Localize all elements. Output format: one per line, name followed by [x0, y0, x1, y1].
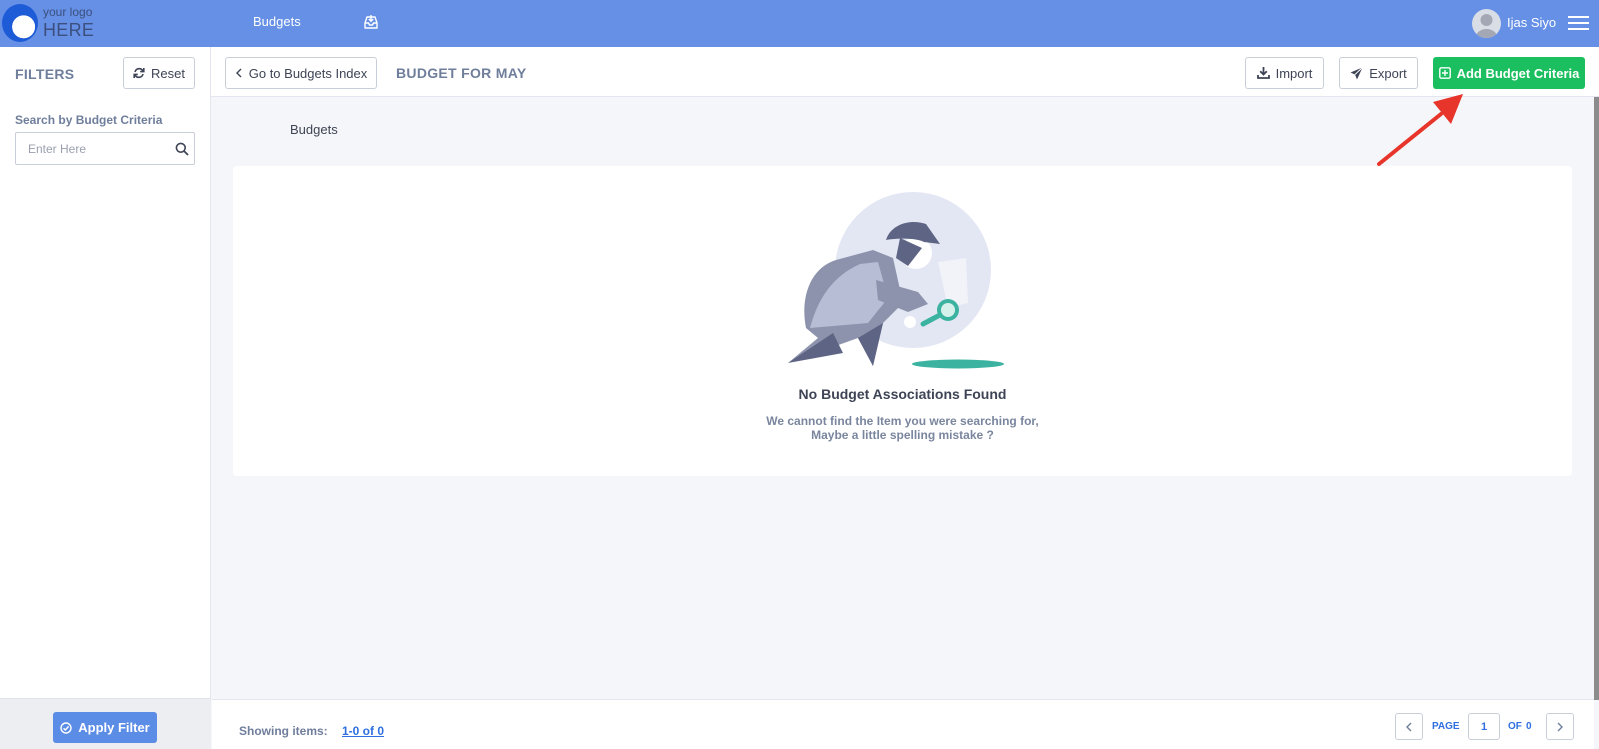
export-button[interactable]: Export [1339, 57, 1418, 89]
next-page-button[interactable] [1546, 713, 1574, 740]
detective-search-illustration [788, 192, 1004, 369]
user-silhouette-icon [1475, 14, 1498, 38]
hamburger-menu-icon[interactable] [1568, 15, 1589, 31]
add-budget-criteria-button[interactable]: Add Budget Criteria [1433, 57, 1585, 89]
plus-square-icon [1438, 67, 1451, 79]
import-button-label: Import [1275, 65, 1313, 81]
refresh-icon [133, 67, 145, 79]
add-budget-criteria-label: Add Budget Criteria [1456, 65, 1580, 81]
paper-plane-icon [1350, 66, 1364, 79]
page-title: BUDGET FOR MAY [396, 65, 527, 81]
logo-circle-icon [2, 4, 38, 42]
vertical-scrollbar[interactable] [1594, 97, 1599, 700]
reset-button[interactable]: Reset [123, 57, 195, 89]
go-to-budgets-index-button[interactable]: Go to Budgets Index [225, 57, 377, 89]
download-icon [1256, 67, 1270, 79]
search-label: Search by Budget Criteria [15, 113, 163, 127]
breadcrumb[interactable]: Budgets [290, 122, 338, 137]
check-circle-icon [60, 721, 72, 734]
empty-state-message-line2: Maybe a little spelling mistake ? [811, 428, 994, 442]
apply-filter-button[interactable]: Apply Filter [53, 712, 157, 743]
search-field-container [15, 132, 195, 165]
export-button-label: Export [1369, 65, 1407, 81]
company-logo[interactable]: your logo HERE [0, 0, 120, 47]
logo-text-bottom: HERE [43, 20, 95, 40]
showing-items-value[interactable]: 1-0 of 0 [342, 724, 384, 738]
showing-items-label: Showing items: [239, 724, 328, 738]
reset-button-label: Reset [151, 65, 185, 81]
nav-link-budgets[interactable]: Budgets [253, 14, 301, 29]
import-button[interactable]: Import [1245, 57, 1324, 89]
chevron-left-icon [235, 68, 242, 78]
chevron-left-icon [1406, 722, 1412, 731]
top-navigation-bar: your logo HERE Budgets Ijas Siyo [0, 0, 1599, 47]
avatar[interactable] [1472, 9, 1501, 38]
search-input[interactable] [16, 133, 166, 164]
user-name[interactable]: Ijas Siyo [1507, 15, 1556, 30]
page-number-input[interactable]: 1 [1468, 713, 1500, 740]
back-button-label: Go to Budgets Index [248, 65, 368, 81]
chevron-right-icon [1557, 722, 1563, 731]
search-icon[interactable] [175, 142, 189, 156]
total-pages: 0 [1526, 721, 1532, 732]
page-label: PAGE [1432, 721, 1460, 732]
of-label: OF [1508, 721, 1522, 732]
previous-page-button[interactable] [1395, 713, 1423, 740]
empty-state-title: No Budget Associations Found [798, 386, 1007, 402]
annotation-arrow-icon [1377, 94, 1463, 166]
apply-filter-label: Apply Filter [78, 720, 150, 735]
empty-state-card: No Budget Associations Found We cannot f… [233, 166, 1572, 476]
empty-state-message-line1: We cannot find the Item you were searchi… [766, 414, 1039, 428]
logo-text-top: your logo [43, 5, 93, 19]
pagination-footer: Showing items: 1-0 of 0 PAGE 1 OF 0 [212, 699, 1594, 749]
filters-title: FILTERS [15, 66, 75, 82]
inbox-icon[interactable] [363, 14, 379, 30]
filters-sidebar: FILTERS Reset Search by Budget Criteria [0, 47, 211, 749]
